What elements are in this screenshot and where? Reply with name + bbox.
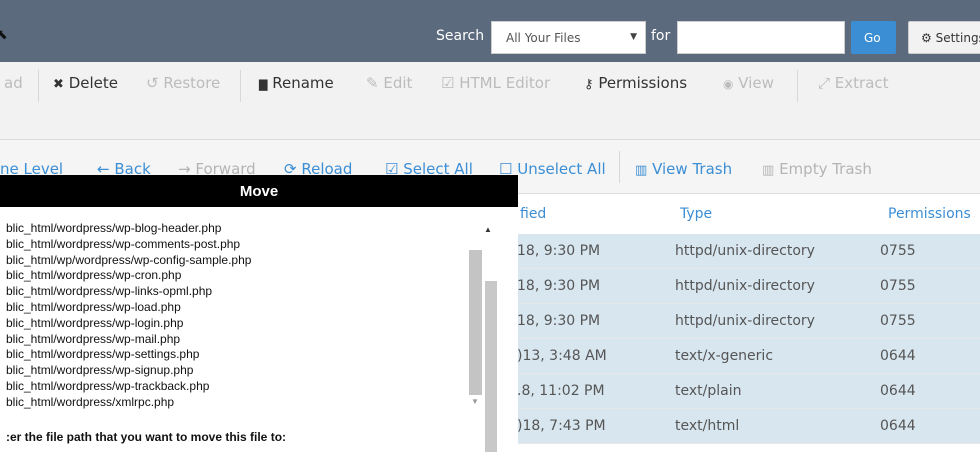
upload-button[interactable]: ad bbox=[4, 74, 23, 92]
search-input[interactable] bbox=[677, 21, 845, 54]
search-scope-value: All Your Files bbox=[506, 31, 581, 45]
search-label: Search bbox=[436, 28, 485, 44]
go-button[interactable]: Go bbox=[851, 21, 896, 54]
rename-label: Rename bbox=[272, 74, 334, 92]
move-dialog-title: Move bbox=[0, 175, 518, 207]
column-last-modified[interactable]: fied bbox=[520, 206, 546, 222]
cell-permissions: 0755 bbox=[880, 243, 916, 259]
cell-modified: .8, 11:02 PM bbox=[517, 383, 605, 399]
list-item: blic_html/wordpress/wp-settings.php bbox=[6, 347, 200, 362]
list-item: blic_html/wp/wordpress/wp-config-sample.… bbox=[6, 252, 252, 267]
html-editor-icon: ☑ bbox=[441, 74, 455, 92]
cell-type: httpd/unix-directory bbox=[675, 278, 815, 294]
mouse-cursor-icon: ⬉ bbox=[0, 27, 8, 43]
column-type[interactable]: Type bbox=[680, 206, 712, 222]
list-item: blic_html/wordpress/wp-mail.php bbox=[6, 331, 181, 346]
list-item: blic_html/wordpress/wp-load.php bbox=[6, 299, 181, 314]
list-item: blic_html/wordpress/wp-signup.php bbox=[6, 363, 194, 378]
extract-button[interactable]: ⤢ Extract bbox=[818, 74, 889, 92]
column-permissions[interactable]: Permissions bbox=[888, 206, 971, 222]
list-item: blic_html/wordpress/wp-blog-header.php bbox=[6, 221, 222, 235]
toolbar-divider bbox=[38, 70, 39, 102]
cell-modified: )13, 3:48 AM bbox=[517, 348, 607, 364]
cell-type: httpd/unix-directory bbox=[675, 313, 815, 329]
toolbar-divider bbox=[240, 70, 241, 102]
cell-type: text/html bbox=[675, 418, 740, 434]
cell-permissions: 0755 bbox=[880, 278, 916, 294]
cell-modified: )18, 7:43 PM bbox=[517, 418, 606, 434]
edit-label: Edit bbox=[383, 74, 413, 92]
dialog-scrollbar[interactable] bbox=[485, 281, 497, 452]
key-icon: ⚷ bbox=[584, 77, 594, 92]
file-icon: ▇ bbox=[259, 78, 268, 91]
toolbar-divider bbox=[619, 151, 620, 183]
restore-label: Restore bbox=[163, 74, 221, 92]
empty-trash-button[interactable]: ▥ Empty Trash bbox=[762, 160, 872, 178]
unselect-all-label: Unselect All bbox=[517, 160, 606, 178]
cell-permissions: 0644 bbox=[880, 348, 916, 364]
permissions-label: Permissions bbox=[598, 74, 688, 92]
file-list-scrollbar-thumb[interactable] bbox=[469, 250, 482, 395]
cell-modified: 18, 9:30 PM bbox=[517, 243, 601, 259]
view-trash-label: View Trash bbox=[652, 160, 733, 178]
cell-modified: 18, 9:30 PM bbox=[517, 278, 601, 294]
cell-permissions: 0644 bbox=[880, 383, 916, 399]
view-button[interactable]: ◉ View bbox=[723, 74, 774, 92]
list-item: blic_html/wordpress/wp-trackback.php bbox=[6, 378, 210, 393]
eye-icon: ◉ bbox=[723, 77, 734, 91]
view-trash-button[interactable]: ▥ View Trash bbox=[635, 160, 732, 178]
cell-type: httpd/unix-directory bbox=[675, 243, 815, 259]
permissions-button[interactable]: ⚷ Permissions bbox=[584, 74, 687, 92]
cell-permissions: 0644 bbox=[880, 418, 916, 434]
pencil-icon: ✎ bbox=[366, 74, 379, 92]
caret-down-icon: ▼ bbox=[630, 32, 637, 42]
trash-icon: ▥ bbox=[762, 163, 775, 178]
empty-trash-label: Empty Trash bbox=[779, 160, 872, 178]
edit-button[interactable]: ✎ Edit bbox=[366, 74, 412, 92]
list-item: blic_html/wordpress/wp-links-opml.php bbox=[6, 284, 213, 299]
delete-label: Delete bbox=[68, 74, 118, 92]
delete-button[interactable]: ✖ Delete bbox=[53, 74, 118, 92]
cell-permissions: 0755 bbox=[880, 313, 916, 329]
html-editor-button[interactable]: ☑ HTML Editor bbox=[441, 74, 550, 92]
trash-icon: ▥ bbox=[635, 163, 648, 178]
cell-modified: 18, 9:30 PM bbox=[517, 313, 601, 329]
selected-files-list: blic_html/wordpress/wp-blog-header.php b… bbox=[0, 221, 470, 411]
rename-button[interactable]: ▇ Rename bbox=[259, 74, 334, 92]
restore-button[interactable]: ↺ Restore bbox=[146, 74, 220, 92]
toolbar-divider bbox=[797, 70, 798, 102]
top-search-bar: ⬉ Search All Your Files ▼ for Go ⚙ Setti… bbox=[0, 0, 980, 62]
scroll-up-arrow-icon[interactable]: ▲ bbox=[484, 225, 492, 234]
for-label: for bbox=[651, 28, 671, 44]
cell-type: text/x-generic bbox=[675, 348, 774, 364]
move-path-prompt: :er the file path that you want to move … bbox=[6, 430, 287, 444]
move-dialog: Move blic_html/wordpress/wp-blog-header.… bbox=[0, 175, 518, 452]
list-item: blic_html/wordpress/xmlrpc.php bbox=[6, 394, 175, 409]
gear-icon: ⚙ bbox=[921, 31, 932, 45]
file-actions-toolbar: ad ✖ Delete ↺ Restore ▇ Rename ✎ Edit ☑ … bbox=[0, 62, 980, 140]
restore-icon: ↺ bbox=[146, 74, 159, 92]
list-item: blic_html/wordpress/wp-cron.php bbox=[6, 268, 182, 283]
cell-type: text/plain bbox=[675, 383, 742, 399]
settings-button[interactable]: ⚙ Settings bbox=[908, 21, 980, 54]
settings-label: Settings bbox=[935, 31, 980, 45]
extract-label: Extract bbox=[834, 74, 889, 92]
list-item: blic_html/wordpress/wp-comments-post.php bbox=[6, 236, 241, 251]
view-label: View bbox=[738, 74, 774, 92]
x-icon: ✖ bbox=[53, 77, 64, 92]
search-scope-select[interactable]: All Your Files ▼ bbox=[491, 21, 646, 54]
extract-icon: ⤢ bbox=[818, 74, 831, 92]
upload-label: ad bbox=[4, 74, 23, 92]
list-item: blic_html/wordpress/wp-login.php bbox=[6, 315, 184, 330]
html-editor-label: HTML Editor bbox=[459, 74, 551, 92]
scroll-down-arrow-icon[interactable]: ▼ bbox=[471, 397, 479, 406]
